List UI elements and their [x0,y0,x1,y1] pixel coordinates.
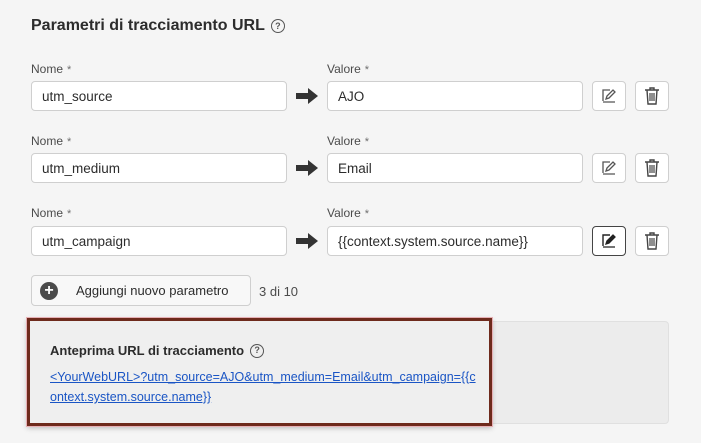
help-icon[interactable]: ? [250,343,265,358]
edit-button-1[interactable] [592,81,626,111]
tracking-url-preview: Anteprima URL di tracciamento ? <YourWeb… [27,318,492,426]
param-name-input-1[interactable]: utm_source [31,81,287,111]
param-value-input-1[interactable]: AJO [327,81,583,111]
add-circle-icon: + [40,281,58,300]
param-name-input-2[interactable]: utm_medium [31,153,287,183]
delete-button-1[interactable] [635,81,669,111]
edit-icon [602,234,616,248]
edit-button-2[interactable] [592,153,626,183]
preview-title-text: Anteprima URL di tracciamento [50,343,245,358]
preview-title: Anteprima URL di tracciamento ? [50,343,265,358]
trash-icon [645,87,659,105]
preview-url-link[interactable]: <YourWebURL>?utm_source=AJO&utm_medium=E… [50,367,480,407]
param-value-input-2[interactable]: Email [327,153,583,183]
delete-button-2[interactable] [635,153,669,183]
trash-icon [645,159,659,177]
param-name-input-3[interactable]: utm_campaign [31,226,287,256]
arrow-right-icon [296,233,318,249]
name-label-3: Nome * [31,206,72,220]
name-label-1: Nome * [31,62,72,76]
edit-button-3[interactable] [592,226,626,256]
section-title: Parametri di tracciamento URL ? [31,17,285,35]
parameter-counter: 3 di 10 [259,284,299,299]
value-label-1: Valore * [327,62,370,76]
value-label-2: Valore * [327,134,370,148]
arrow-right-icon [296,160,318,176]
section-title-text: Parametri di tracciamento URL [31,17,265,34]
edit-icon [602,89,616,103]
edit-icon [602,161,616,175]
help-icon[interactable]: ? [270,19,285,33]
add-parameter-label: Aggiungi nuovo parametro [76,283,229,298]
name-label-2: Nome * [31,134,72,148]
trash-icon [645,232,659,250]
param-value-input-3[interactable]: {{context.system.source.name}} [327,226,583,256]
value-label-3: Valore * [327,206,370,220]
add-parameter-button[interactable]: + Aggiungi nuovo parametro [31,275,251,306]
delete-button-3[interactable] [635,226,669,256]
arrow-right-icon [296,88,318,104]
